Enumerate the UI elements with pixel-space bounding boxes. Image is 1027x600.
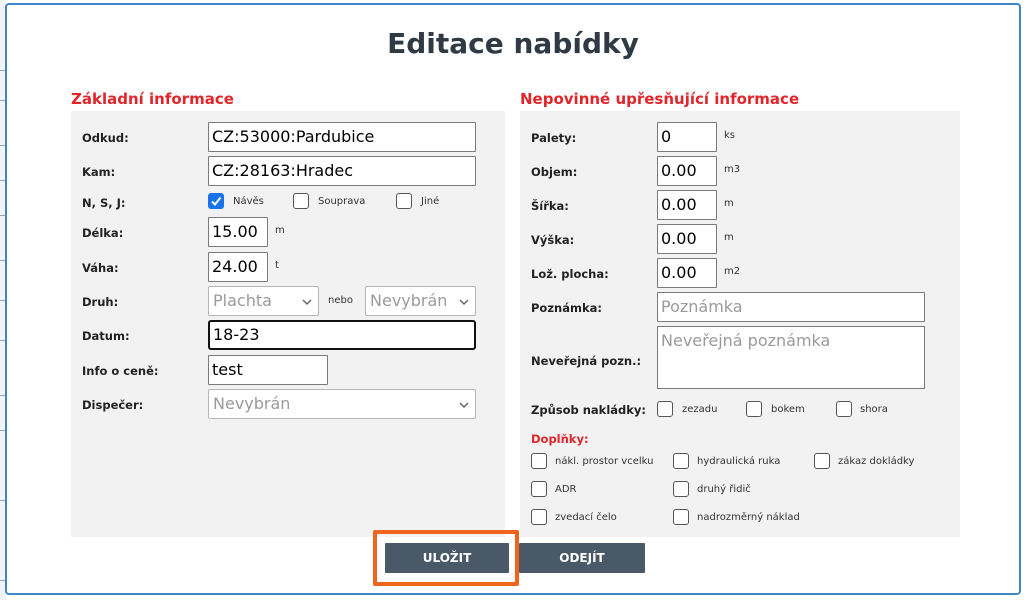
adr-label: ADR	[555, 484, 577, 495]
objem-label: Objem:	[531, 165, 578, 179]
navěs-checkbox[interactable]	[208, 193, 224, 209]
zezadu-label: zezadu	[682, 404, 718, 415]
zakaz-dokladky-checkbox[interactable]	[814, 453, 830, 469]
sirka-input[interactable]: 0.00	[657, 190, 717, 220]
palety-label: Palety:	[531, 131, 577, 145]
objem-input[interactable]: 0.00	[657, 156, 717, 186]
leave-button[interactable]: ODEJÍT	[519, 543, 645, 573]
navěs-label: Návěs	[233, 196, 264, 207]
doplnky-label: Doplňky:	[531, 432, 589, 446]
dispecer-label: Dispečer:	[82, 398, 144, 412]
adr-checkbox[interactable]	[531, 481, 547, 497]
datum-label: Datum:	[82, 329, 130, 343]
modal-title: Editace nabídky	[387, 27, 639, 60]
info-cena-label: Info o ceně:	[82, 364, 159, 378]
optional-info-heading: Nepovinné upřesňující informace	[520, 90, 800, 108]
souprava-checkbox[interactable]	[293, 193, 309, 209]
druhy-ridic-label: druhý řidič	[697, 484, 751, 495]
shora-label: shora	[860, 404, 888, 415]
neverejna-textarea[interactable]: Neveřejná poznámka	[657, 326, 925, 389]
datum-input[interactable]: 18-23	[208, 320, 476, 350]
nakladky-label: Způsob nakládky:	[531, 403, 647, 417]
dispecer-select[interactable]: Nevybrán	[208, 389, 476, 419]
odkud-label: Odkud:	[82, 131, 129, 145]
kam-label: Kam:	[82, 165, 116, 179]
nakl-prostor-checkbox[interactable]	[531, 453, 547, 469]
zvedaci-celo-checkbox[interactable]	[531, 509, 547, 525]
dispecer-select-value: Nevybrán	[213, 394, 291, 413]
info-cena-input[interactable]: test	[208, 355, 328, 385]
optional-info-panel: Palety: 0 ks Objem: 0.00 m3 Šířka: 0.00 …	[520, 111, 960, 537]
bokem-label: bokem	[771, 404, 805, 415]
kam-input[interactable]: CZ:28163:Hradec	[208, 156, 476, 186]
vaha-label: Váha:	[82, 261, 119, 275]
druhy-ridic-checkbox[interactable]	[673, 481, 689, 497]
chevron-down-icon	[459, 402, 469, 409]
odkud-input[interactable]: CZ:53000:Pardubice	[208, 122, 476, 152]
druh-alt-select[interactable]: Nevybrán	[365, 286, 476, 316]
zvedaci-celo-label: zvedací čelo	[555, 512, 617, 523]
chevron-down-icon	[459, 299, 469, 306]
zezadu-checkbox[interactable]	[657, 401, 673, 417]
sirka-unit: m	[724, 198, 734, 209]
poznamka-label: Poznámka:	[531, 301, 602, 315]
druh-label: Druh:	[82, 295, 119, 309]
nsj-label: N, S, J:	[82, 196, 126, 210]
vyska-label: Výška:	[531, 233, 575, 247]
checkmark-icon	[211, 196, 222, 207]
hydraulicka-ruka-label: hydraulická ruka	[697, 456, 781, 467]
vyska-unit: m	[724, 232, 734, 243]
jine-label: Jiné	[421, 196, 440, 207]
palety-unit: ks	[724, 130, 736, 141]
druh-connector: nebo	[328, 295, 353, 306]
nadrozmerny-naklad-checkbox[interactable]	[673, 509, 689, 525]
vaha-input[interactable]: 24.00	[208, 252, 268, 282]
objem-unit: m3	[724, 164, 741, 175]
druh-select-value: Plachta	[213, 291, 272, 310]
nakl-prostor-label: nákl. prostor vcelku	[555, 456, 654, 467]
chevron-down-icon	[302, 299, 312, 306]
basic-info-panel: Odkud: CZ:53000:Pardubice Kam: CZ:28163:…	[71, 111, 505, 537]
vyska-input[interactable]: 0.00	[657, 224, 717, 254]
nadrozmerny-naklad-label: nadrozměrný náklad	[697, 512, 800, 523]
delka-input[interactable]: 15.00	[208, 217, 268, 247]
basic-info-heading: Základní informace	[71, 90, 234, 108]
druh-select[interactable]: Plachta	[208, 286, 319, 316]
shora-checkbox[interactable]	[836, 401, 852, 417]
save-button[interactable]: ULOŽIT	[385, 543, 509, 573]
loz-plocha-input[interactable]: 0.00	[657, 258, 717, 288]
vaha-unit: t	[275, 260, 279, 271]
loz-plocha-unit: m2	[724, 266, 741, 277]
zakaz-dokladky-label: zákaz dokládky	[838, 456, 915, 467]
loz-plocha-label: Lož. plocha:	[531, 267, 609, 281]
sirka-label: Šířka:	[531, 199, 569, 213]
delka-label: Délka:	[82, 226, 124, 240]
hydraulicka-ruka-checkbox[interactable]	[673, 453, 689, 469]
poznamka-input[interactable]: Poznámka	[657, 292, 925, 322]
edit-offer-modal: Editace nabídky Základní informace Odkud…	[5, 3, 1021, 595]
jine-checkbox[interactable]	[396, 193, 412, 209]
palety-input[interactable]: 0	[657, 122, 717, 152]
druh-alt-select-value: Nevybrán	[370, 291, 448, 310]
neverejna-label: Neveřejná pozn.:	[531, 354, 642, 368]
bokem-checkbox[interactable]	[746, 401, 762, 417]
delka-unit: m	[275, 225, 285, 236]
souprava-label: Souprava	[318, 196, 366, 207]
